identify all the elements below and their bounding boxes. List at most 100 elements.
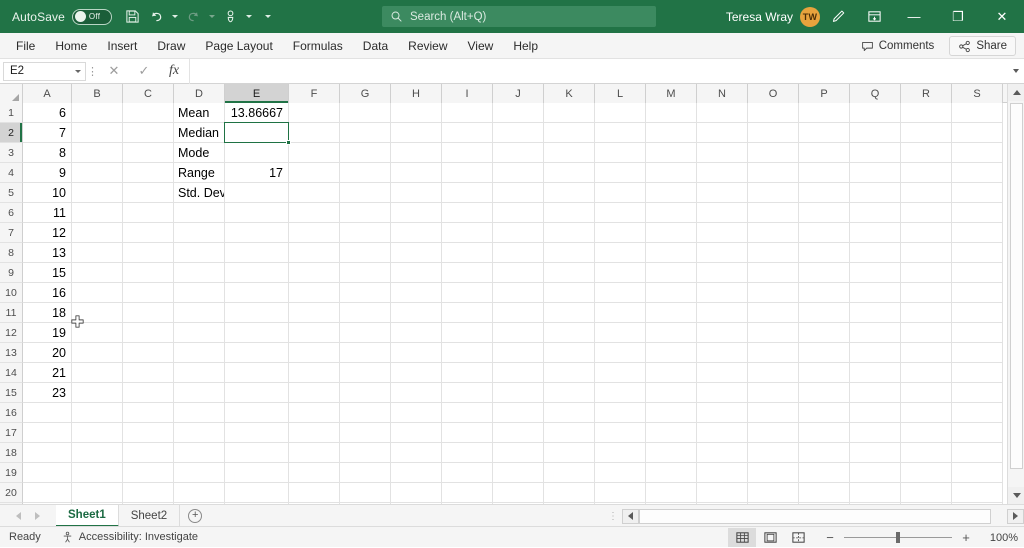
- cell-Q15[interactable]: [850, 383, 901, 403]
- row-header-12[interactable]: 12: [0, 323, 23, 343]
- cell-F18[interactable]: [289, 443, 340, 463]
- cell-D10[interactable]: [174, 283, 225, 303]
- cell-O20[interactable]: [748, 483, 799, 503]
- cell-K11[interactable]: [544, 303, 595, 323]
- cell-B10[interactable]: [72, 283, 123, 303]
- cell-O11[interactable]: [748, 303, 799, 323]
- cell-Q8[interactable]: [850, 243, 901, 263]
- cell-G3[interactable]: [340, 143, 391, 163]
- cell-K9[interactable]: [544, 263, 595, 283]
- cell-B9[interactable]: [72, 263, 123, 283]
- column-header-L[interactable]: L: [595, 84, 646, 103]
- cell-P15[interactable]: [799, 383, 850, 403]
- page-layout-view-button[interactable]: [756, 528, 784, 547]
- cell-P1[interactable]: [799, 103, 850, 123]
- vertical-scrollbar[interactable]: [1007, 84, 1024, 504]
- cell-B20[interactable]: [72, 483, 123, 503]
- cell-H12[interactable]: [391, 323, 442, 343]
- cell-E3[interactable]: [225, 143, 289, 163]
- cell-R12[interactable]: [901, 323, 952, 343]
- cell-B5[interactable]: [72, 183, 123, 203]
- cell-C2[interactable]: [123, 123, 174, 143]
- cell-J12[interactable]: [493, 323, 544, 343]
- cell-G13[interactable]: [340, 343, 391, 363]
- cell-L3[interactable]: [595, 143, 646, 163]
- cell-F8[interactable]: [289, 243, 340, 263]
- cell-G9[interactable]: [340, 263, 391, 283]
- cell-I10[interactable]: [442, 283, 493, 303]
- search-box[interactable]: Search (Alt+Q): [382, 6, 656, 27]
- cell-G19[interactable]: [340, 463, 391, 483]
- column-header-R[interactable]: R: [901, 84, 952, 103]
- cell-R6[interactable]: [901, 203, 952, 223]
- cell-R7[interactable]: [901, 223, 952, 243]
- row-header-11[interactable]: 11: [0, 303, 23, 323]
- cell-C10[interactable]: [123, 283, 174, 303]
- cell-F11[interactable]: [289, 303, 340, 323]
- cell-H16[interactable]: [391, 403, 442, 423]
- cell-L2[interactable]: [595, 123, 646, 143]
- cell-G2[interactable]: [340, 123, 391, 143]
- cell-P11[interactable]: [799, 303, 850, 323]
- cell-O13[interactable]: [748, 343, 799, 363]
- cell-K15[interactable]: [544, 383, 595, 403]
- cancel-icon[interactable]: ✕: [99, 59, 129, 83]
- cell-D20[interactable]: [174, 483, 225, 503]
- cell-Q19[interactable]: [850, 463, 901, 483]
- add-sheet-button[interactable]: +: [180, 505, 210, 527]
- cell-S8[interactable]: [952, 243, 1003, 263]
- cell-P3[interactable]: [799, 143, 850, 163]
- cell-S7[interactable]: [952, 223, 1003, 243]
- cell-D15[interactable]: [174, 383, 225, 403]
- cell-S13[interactable]: [952, 343, 1003, 363]
- cell-H20[interactable]: [391, 483, 442, 503]
- cell-M9[interactable]: [646, 263, 697, 283]
- cell-D2[interactable]: Median: [174, 123, 225, 143]
- cell-E7[interactable]: [225, 223, 289, 243]
- cell-J5[interactable]: [493, 183, 544, 203]
- zoom-in-button[interactable]: +: [960, 530, 972, 545]
- cell-C19[interactable]: [123, 463, 174, 483]
- cell-R14[interactable]: [901, 363, 952, 383]
- share-button[interactable]: Share: [949, 36, 1016, 56]
- row-header-14[interactable]: 14: [0, 363, 23, 383]
- cell-A13[interactable]: 20: [23, 343, 72, 363]
- cell-E8[interactable]: [225, 243, 289, 263]
- cell-E6[interactable]: [225, 203, 289, 223]
- cell-P19[interactable]: [799, 463, 850, 483]
- cell-L10[interactable]: [595, 283, 646, 303]
- cell-G12[interactable]: [340, 323, 391, 343]
- cell-S5[interactable]: [952, 183, 1003, 203]
- cell-H2[interactable]: [391, 123, 442, 143]
- cell-G5[interactable]: [340, 183, 391, 203]
- cell-I3[interactable]: [442, 143, 493, 163]
- cell-K4[interactable]: [544, 163, 595, 183]
- cell-I7[interactable]: [442, 223, 493, 243]
- undo-icon[interactable]: [146, 5, 168, 29]
- cell-S17[interactable]: [952, 423, 1003, 443]
- cell-E11[interactable]: [225, 303, 289, 323]
- cell-P20[interactable]: [799, 483, 850, 503]
- cell-C11[interactable]: [123, 303, 174, 323]
- cell-F6[interactable]: [289, 203, 340, 223]
- cell-A6[interactable]: 11: [23, 203, 72, 223]
- cell-N15[interactable]: [697, 383, 748, 403]
- sheet-tab-sheet1[interactable]: Sheet1: [56, 504, 119, 527]
- cell-S14[interactable]: [952, 363, 1003, 383]
- scroll-split-grip[interactable]: ⋮: [604, 505, 622, 527]
- horizontal-scrollbar[interactable]: [639, 508, 1007, 524]
- cell-N14[interactable]: [697, 363, 748, 383]
- cell-A1[interactable]: 6: [23, 103, 72, 123]
- cell-P9[interactable]: [799, 263, 850, 283]
- cell-P14[interactable]: [799, 363, 850, 383]
- previous-sheet-icon[interactable]: [14, 511, 23, 520]
- cell-O9[interactable]: [748, 263, 799, 283]
- cell-J17[interactable]: [493, 423, 544, 443]
- cell-C15[interactable]: [123, 383, 174, 403]
- cell-H8[interactable]: [391, 243, 442, 263]
- cell-G1[interactable]: [340, 103, 391, 123]
- ribbon-tab-draw[interactable]: Draw: [147, 33, 195, 59]
- cell-A4[interactable]: 9: [23, 163, 72, 183]
- cell-J13[interactable]: [493, 343, 544, 363]
- cell-G20[interactable]: [340, 483, 391, 503]
